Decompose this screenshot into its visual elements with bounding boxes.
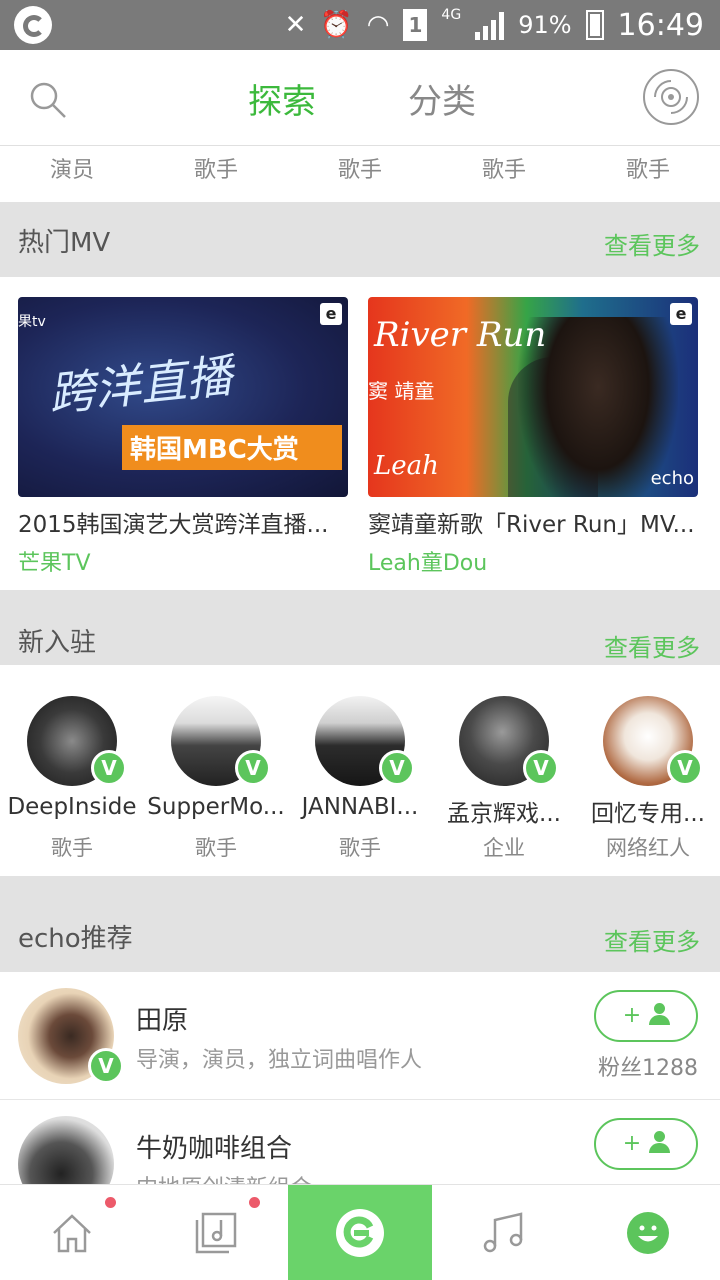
tab-explore[interactable]: 探索 bbox=[248, 74, 316, 123]
notification-dot bbox=[249, 1197, 260, 1208]
artist-item[interactable]: V 孟京辉戏... 企业 bbox=[432, 668, 576, 876]
hot-mv-header: 热门MV 查看更多 bbox=[0, 202, 720, 277]
category-label[interactable]: 歌手 bbox=[288, 146, 432, 202]
thumb-headline: River Run bbox=[374, 315, 547, 355]
mv-title[interactable]: 2015韩国演艺大赏跨洋直播... bbox=[18, 505, 348, 539]
verified-badge-icon: V bbox=[523, 750, 559, 786]
top-bar: 探索 分类 bbox=[0, 50, 720, 146]
verified-badge-icon: V bbox=[91, 750, 127, 786]
mv-thumbnail[interactable]: 果tv e 跨洋直播 韩国MBC大赏 bbox=[18, 297, 348, 497]
sim-icon: 1 bbox=[403, 9, 428, 41]
follow-plus: + bbox=[622, 1003, 642, 1028]
new-arrivals-header: 新入驻 查看更多 bbox=[0, 590, 720, 665]
nav-home[interactable] bbox=[0, 1185, 144, 1280]
artist-role: 歌手 bbox=[339, 836, 381, 860]
status-bar: ✕ ⏰ ◠ 1 4G 91% 16:49 bbox=[0, 0, 720, 50]
verified-badge-icon: V bbox=[667, 750, 703, 786]
artist-role: 网络红人 bbox=[606, 836, 690, 860]
alarm-icon: ⏰ bbox=[320, 10, 353, 40]
verified-badge-icon: V bbox=[88, 1048, 124, 1084]
nav-echo[interactable] bbox=[288, 1185, 432, 1280]
add-user-icon bbox=[649, 1131, 671, 1153]
mv-card[interactable]: e River Run 窦 靖童 Leah echo 窦靖童新歌「River R… bbox=[368, 297, 698, 577]
nav-music[interactable] bbox=[432, 1185, 576, 1280]
wifi-icon: ◠ bbox=[366, 10, 390, 40]
thumb-signature: Leah bbox=[374, 451, 439, 481]
see-more-link[interactable]: 查看更多 bbox=[604, 628, 700, 663]
section-title: 热门MV bbox=[18, 228, 111, 258]
artist-name[interactable]: 回忆专用... bbox=[576, 794, 720, 828]
category-label[interactable]: 演员 bbox=[0, 146, 144, 202]
section-title: echo推荐 bbox=[18, 924, 133, 954]
echo-badge-icon: e bbox=[670, 303, 692, 325]
tab-category[interactable]: 分类 bbox=[408, 74, 476, 123]
echo-badge-icon: e bbox=[320, 303, 342, 325]
music-note-icon bbox=[483, 1212, 523, 1253]
mv-card[interactable]: 果tv e 跨洋直播 韩国MBC大赏 2015韩国演艺大赏跨洋直播... 芒果T… bbox=[18, 297, 348, 577]
mv-title[interactable]: 窦靖童新歌「River Run」MV... bbox=[368, 505, 698, 539]
notification-dot bbox=[105, 1197, 116, 1208]
category-label[interactable]: 歌手 bbox=[144, 146, 288, 202]
echo-app-icon bbox=[14, 6, 52, 44]
recommend-row[interactable]: V 田原 导演，演员，独立词曲唱作人 + 粉丝1288 bbox=[0, 972, 720, 1100]
thumb-headline: 跨洋直播 bbox=[45, 348, 235, 422]
artist-role: 歌手 bbox=[195, 836, 237, 860]
network-type: 4G bbox=[441, 7, 462, 23]
see-more-link[interactable]: 查看更多 bbox=[604, 226, 700, 261]
thumb-subtitle: 韩国MBC大赏 bbox=[122, 425, 342, 470]
user-description: 导演，演员，独立词曲唱作人 bbox=[136, 1048, 423, 1073]
follow-button[interactable]: + bbox=[594, 1118, 698, 1170]
echo-icon bbox=[336, 1209, 384, 1257]
category-label[interactable]: 歌手 bbox=[432, 146, 576, 202]
nav-profile[interactable] bbox=[576, 1185, 720, 1280]
battery-percent: 91% bbox=[518, 11, 572, 39]
thumb-tag: 果tv bbox=[18, 314, 46, 330]
artist-item[interactable]: V DeepInside 歌手 bbox=[0, 668, 144, 876]
category-label[interactable]: 歌手 bbox=[576, 146, 720, 202]
thumb-brand: echo bbox=[650, 468, 694, 489]
artist-role: 歌手 bbox=[51, 836, 93, 860]
artist-name[interactable]: 孟京辉戏... bbox=[432, 794, 576, 828]
artist-role: 企业 bbox=[483, 836, 525, 860]
search-icon[interactable] bbox=[28, 80, 68, 120]
category-label-row: 演员 歌手 歌手 歌手 歌手 bbox=[0, 146, 720, 202]
verified-badge-icon: V bbox=[235, 750, 271, 786]
user-name[interactable]: 田原 bbox=[136, 1000, 188, 1037]
artist-name[interactable]: DeepInside bbox=[0, 794, 144, 820]
artist-item[interactable]: V SupperMo... 歌手 bbox=[144, 668, 288, 876]
mv-author[interactable]: 芒果TV bbox=[18, 545, 348, 577]
bottom-nav bbox=[0, 1184, 720, 1280]
playlist-icon bbox=[195, 1212, 237, 1254]
nav-playlist[interactable] bbox=[144, 1185, 288, 1280]
echo-recommend-header: echo推荐 查看更多 bbox=[0, 876, 720, 972]
add-user-icon bbox=[649, 1003, 671, 1025]
follow-button[interactable]: + bbox=[594, 990, 698, 1042]
artist-item[interactable]: V JANNABI... 歌手 bbox=[288, 668, 432, 876]
see-more-link[interactable]: 查看更多 bbox=[604, 922, 700, 957]
new-arrivals-list: V DeepInside 歌手 V SupperMo... 歌手 V JANNA… bbox=[0, 668, 720, 876]
user-name[interactable]: 牛奶咖啡组合 bbox=[136, 1128, 292, 1165]
signal-icon bbox=[475, 10, 505, 40]
now-playing-disc-icon[interactable] bbox=[642, 68, 700, 126]
verified-badge-icon: V bbox=[379, 750, 415, 786]
section-title: 新入驻 bbox=[18, 628, 97, 658]
mute-icon: ✕ bbox=[284, 10, 307, 40]
artist-item[interactable]: V 回忆专用... 网络红人 bbox=[576, 668, 720, 876]
mv-author[interactable]: Leah童Dou bbox=[368, 545, 698, 577]
clock: 16:49 bbox=[617, 7, 704, 43]
profile-face-icon bbox=[627, 1212, 669, 1254]
follow-plus: + bbox=[622, 1131, 642, 1156]
battery-icon bbox=[585, 10, 604, 40]
artist-name[interactable]: JANNABI... bbox=[288, 794, 432, 820]
home-icon bbox=[53, 1214, 91, 1253]
artist-name[interactable]: SupperMo... bbox=[144, 794, 288, 820]
mv-thumbnail[interactable]: e River Run 窦 靖童 Leah echo bbox=[368, 297, 698, 497]
fan-count: 粉丝1288 bbox=[598, 1056, 698, 1081]
thumb-subtitle: 窦 靖童 bbox=[368, 379, 435, 403]
